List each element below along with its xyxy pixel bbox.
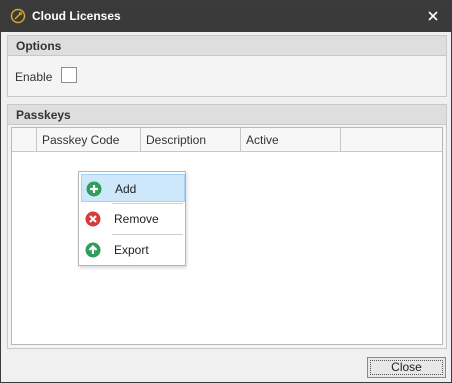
close-button[interactable]: Close — [367, 357, 446, 378]
passkeys-group: Passkeys Passkey Code Description Active — [7, 104, 447, 349]
window-title: Cloud Licenses — [32, 9, 121, 23]
enable-checkbox[interactable] — [61, 67, 77, 83]
column-header-empty — [341, 128, 442, 151]
remove-icon — [85, 211, 101, 227]
column-label: Passkey Code — [42, 133, 120, 147]
column-label: Active — [246, 133, 279, 147]
options-title: Options — [16, 39, 62, 53]
column-header-passkey-code[interactable]: Passkey Code — [37, 128, 141, 151]
export-icon — [85, 242, 101, 258]
column-header-indicator[interactable] — [12, 128, 37, 151]
options-group: Options Enable — [7, 35, 447, 97]
passkeys-title: Passkeys — [16, 108, 71, 122]
title-bar: Cloud Licenses — [1, 1, 451, 32]
passkeys-grid[interactable]: Passkey Code Description Active — [11, 127, 443, 345]
cloud-licenses-dialog: Cloud Licenses Options Enable Passkeys P… — [0, 0, 452, 383]
passkeys-header: Passkeys — [8, 105, 446, 125]
close-icon[interactable] — [424, 7, 442, 25]
context-menu: Add Remove Export — [78, 171, 186, 266]
column-header-description[interactable]: Description — [141, 128, 241, 151]
menu-item-export[interactable]: Export — [81, 236, 185, 264]
menu-separator — [112, 203, 183, 204]
add-icon — [86, 181, 102, 197]
menu-label-remove: Remove — [114, 212, 159, 226]
grid-header: Passkey Code Description Active — [12, 128, 442, 152]
column-label: Description — [146, 133, 207, 147]
menu-item-add[interactable]: Add — [81, 174, 185, 202]
menu-separator — [112, 234, 183, 235]
options-header: Options — [8, 36, 446, 56]
menu-label-export: Export — [114, 243, 149, 257]
column-header-active[interactable]: Active — [241, 128, 341, 151]
menu-label-add: Add — [115, 182, 137, 196]
menu-item-remove[interactable]: Remove — [81, 205, 185, 233]
cloud-license-icon — [10, 8, 26, 24]
enable-label: Enable — [15, 70, 53, 84]
